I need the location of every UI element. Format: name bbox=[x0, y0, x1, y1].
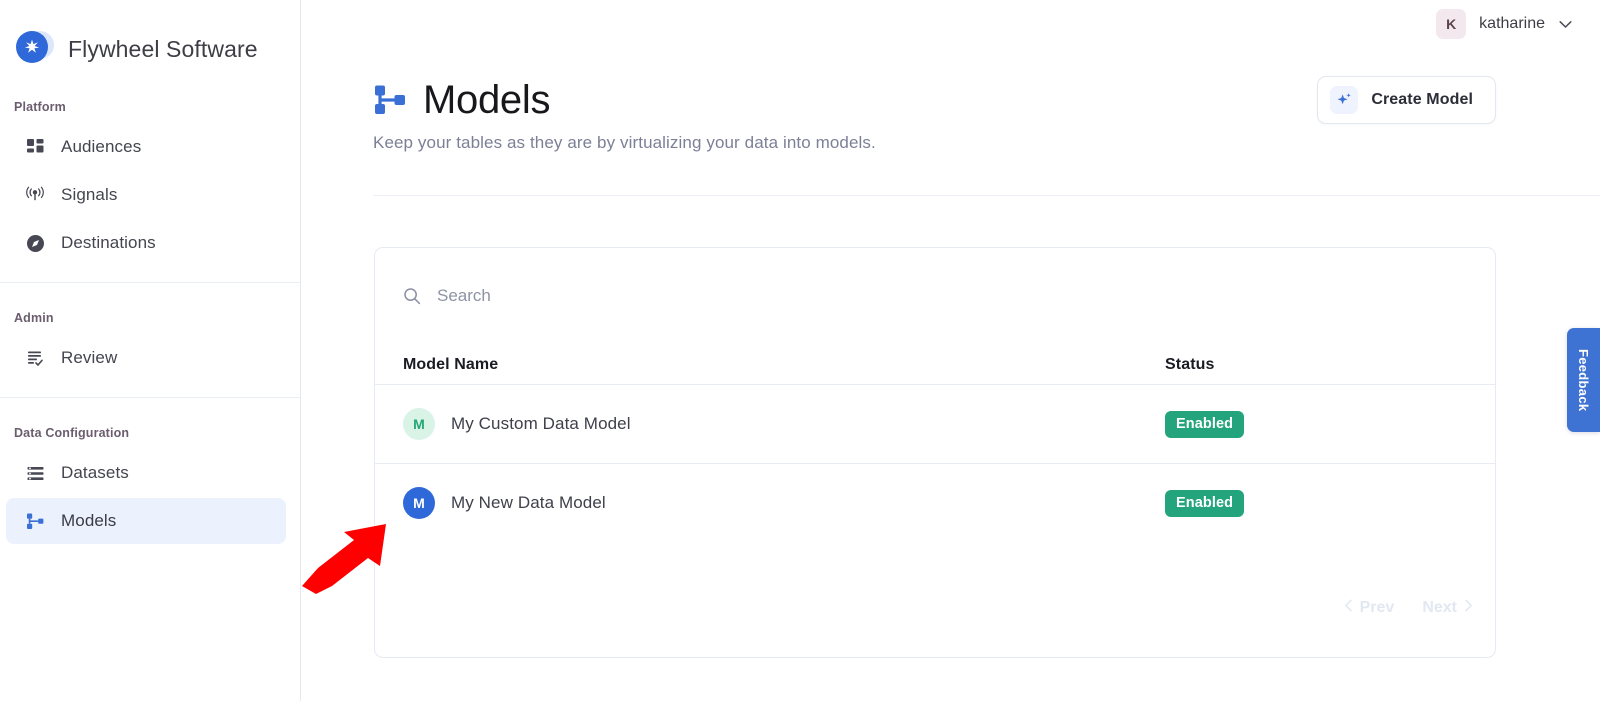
chevron-right-icon bbox=[1464, 599, 1473, 617]
cell-status: Enabled bbox=[1165, 489, 1365, 517]
page-header: Models Keep your tables as they are by v… bbox=[301, 48, 1600, 196]
cell-status: Enabled bbox=[1165, 410, 1365, 438]
create-model-label: Create Model bbox=[1371, 91, 1473, 108]
user-menu[interactable]: K katharine bbox=[1436, 9, 1572, 39]
status-badge: Enabled bbox=[1165, 489, 1245, 517]
sidebar-item-label: Signals bbox=[61, 185, 118, 204]
table-header: Model Name Status bbox=[375, 306, 1495, 384]
sidebar-item-datasets[interactable]: Datasets bbox=[6, 450, 286, 496]
search-input[interactable] bbox=[437, 286, 857, 306]
feedback-label: Feedback bbox=[1576, 348, 1591, 412]
table-row[interactable]: M My Custom Data Model Enabled bbox=[375, 385, 1495, 463]
sidebar-section-data-configuration: Data Configuration Datasets Models bbox=[0, 398, 300, 544]
prev-page-button[interactable]: Prev bbox=[1344, 599, 1395, 617]
create-model-button[interactable]: Create Model bbox=[1317, 76, 1496, 124]
cell-model-name: M My Custom Data Model bbox=[403, 408, 1165, 440]
model-name-label: My New Data Model bbox=[451, 493, 606, 512]
sidebar-item-signals[interactable]: Signals bbox=[6, 172, 286, 218]
sidebar-item-label: Audiences bbox=[61, 137, 142, 156]
broadcast-antenna-icon bbox=[24, 184, 46, 206]
page-subtitle: Keep your tables as they are by virtuali… bbox=[373, 133, 876, 152]
table-row[interactable]: M My New Data Model Enabled bbox=[375, 464, 1495, 542]
sidebar-item-label: Datasets bbox=[61, 463, 129, 482]
chevron-left-icon bbox=[1344, 599, 1353, 617]
sidebar-section-platform: Platform Audiences Signals Destinations bbox=[0, 72, 300, 266]
sidebar-section-admin: Admin Review bbox=[0, 283, 300, 381]
sidebar-item-audiences[interactable]: Audiences bbox=[6, 124, 286, 170]
user-name: katharine bbox=[1479, 15, 1545, 32]
sidebar-item-label: Destinations bbox=[61, 233, 156, 252]
sidebar-item-review[interactable]: Review bbox=[6, 335, 286, 381]
models-card: Model Name Status M My Custom Data Model… bbox=[374, 247, 1496, 658]
topbar: K katharine bbox=[301, 0, 1600, 48]
column-header-model-name: Model Name bbox=[403, 356, 499, 373]
sidebar: Flywheel Software Platform Audiences Sig… bbox=[0, 0, 301, 701]
sidebar-item-label: Review bbox=[61, 348, 118, 367]
header-divider bbox=[373, 195, 1600, 196]
brand-name: Flywheel Software bbox=[68, 35, 258, 62]
section-label-admin: Admin bbox=[14, 311, 54, 325]
model-avatar: M bbox=[403, 408, 435, 440]
brand-logo bbox=[16, 31, 54, 67]
pagination: Prev Next bbox=[1344, 599, 1473, 617]
feedback-tab[interactable]: Feedback bbox=[1567, 328, 1600, 432]
column-header-status: Status bbox=[1165, 356, 1215, 373]
status-badge: Enabled bbox=[1165, 410, 1245, 438]
sidebar-item-label: Models bbox=[61, 511, 117, 530]
model-name-label: My Custom Data Model bbox=[451, 414, 631, 433]
brand[interactable]: Flywheel Software bbox=[0, 0, 300, 72]
page-title: Models bbox=[423, 78, 551, 122]
model-avatar: M bbox=[403, 487, 435, 519]
sparkle-star-icon bbox=[16, 31, 48, 63]
app-root: Flywheel Software Platform Audiences Sig… bbox=[0, 0, 1600, 701]
sidebar-item-models[interactable]: Models bbox=[6, 498, 286, 544]
main-content: K katharine Models Keep your tables as t… bbox=[301, 0, 1600, 701]
rows-list-icon bbox=[24, 462, 46, 484]
cell-model-name: M My New Data Model bbox=[403, 487, 1165, 519]
compass-icon bbox=[24, 232, 46, 254]
search-row bbox=[375, 248, 1495, 306]
search-icon bbox=[403, 287, 421, 305]
avatar: K bbox=[1436, 9, 1467, 39]
list-check-icon bbox=[24, 347, 46, 369]
sparkle-plus-icon bbox=[1330, 86, 1359, 114]
section-label-data-configuration: Data Configuration bbox=[14, 426, 130, 440]
model-tree-icon bbox=[24, 510, 46, 532]
chevron-down-icon[interactable] bbox=[1558, 17, 1572, 31]
next-page-button[interactable]: Next bbox=[1422, 599, 1473, 617]
prev-page-label: Prev bbox=[1359, 599, 1395, 616]
grid-blocks-icon bbox=[24, 136, 46, 158]
section-label-platform: Platform bbox=[14, 100, 66, 114]
next-page-label: Next bbox=[1422, 599, 1457, 616]
model-tree-icon bbox=[373, 83, 407, 117]
sidebar-item-destinations[interactable]: Destinations bbox=[6, 220, 286, 266]
